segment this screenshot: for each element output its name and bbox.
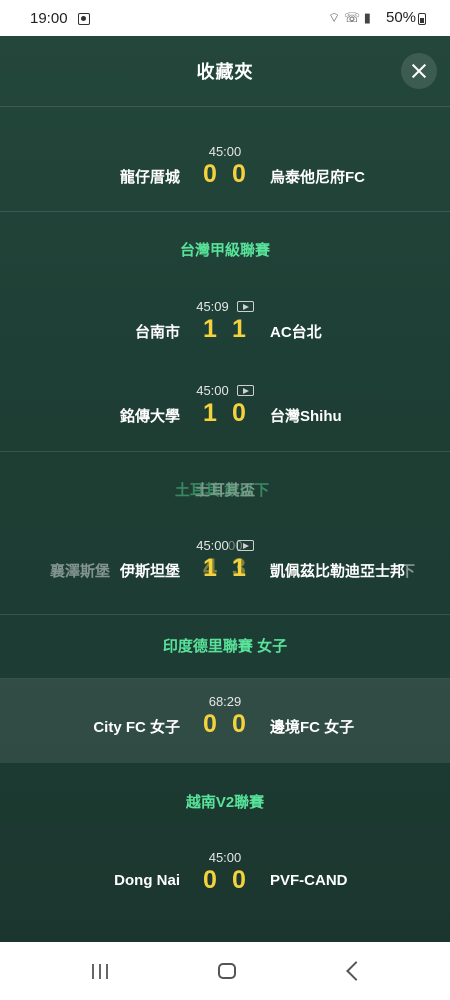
divider — [0, 211, 450, 212]
battery-percent: 50% — [386, 9, 417, 26]
home-score: 0 — [203, 866, 217, 894]
gallery-notification-icon — [78, 13, 90, 25]
match-row[interactable]: 45:00 伊斯坦堡 1 1 凱佩茲比勒迪亞士邦 — [0, 538, 450, 622]
divider — [0, 614, 450, 615]
panel-header: 收藏夾 — [0, 36, 450, 107]
match-time: 45:00 — [208, 144, 242, 159]
page-title: 收藏夾 — [196, 62, 254, 82]
match-row[interactable]: 45:00 龍仔厝城 0 0 烏泰他尼府FC — [0, 144, 450, 228]
away-score: 0 — [232, 399, 246, 427]
home-team: 伊斯坦堡 — [119, 563, 180, 580]
system-nav-bar — [0, 942, 450, 1000]
match-time: 45:09 — [0, 299, 450, 314]
match-time: 45:00 — [0, 383, 450, 398]
match-row[interactable]: 45:09 台南市 1 1 AC台北 — [0, 299, 450, 383]
away-score: 0 — [232, 160, 246, 188]
home-score: 1 — [203, 399, 217, 427]
home-score: 1 — [203, 554, 217, 582]
away-team: 台灣Shihu — [270, 408, 342, 425]
away-team: 邊境FC 女子 — [270, 719, 355, 736]
league-title: 土耳其盃 — [194, 482, 255, 499]
league-title: 台灣甲級聯賽 — [179, 242, 270, 259]
favorites-panel: 收藏夾 45:00 龍仔厝城 0 0 烏泰他尼府FC 台灣甲級聯賽 45:09 … — [0, 36, 450, 942]
away-team: PVF-CAND — [270, 872, 348, 889]
match-row[interactable]: 45:00 銘傳大學 1 0 台灣Shihu — [0, 383, 450, 467]
match-time: 68:29 — [208, 694, 242, 709]
away-score: 0 — [232, 866, 246, 894]
close-button[interactable] — [401, 53, 437, 89]
status-bar: 19:00 ⌔ ☏ ▮ 50% — [0, 0, 450, 36]
home-team: City FC 女子 — [93, 719, 180, 736]
league-title: 印度德里聯賽 女子 — [162, 638, 288, 655]
video-icon[interactable] — [236, 385, 254, 396]
recents-icon[interactable] — [92, 964, 108, 979]
away-score: 1 — [232, 315, 246, 343]
away-team: 烏泰他尼府FC — [270, 169, 365, 186]
status-time: 19:00 — [30, 10, 68, 27]
away-score: 1 — [232, 554, 246, 582]
home-team: 龍仔厝城 — [119, 169, 180, 186]
home-score: 0 — [203, 160, 217, 188]
home-team: 銘傳大學 — [119, 408, 180, 425]
video-icon[interactable] — [236, 301, 254, 312]
home-score: 1 — [203, 315, 217, 343]
match-time: 45:00 — [208, 850, 242, 865]
away-team: AC台北 — [270, 324, 322, 341]
home-icon[interactable] — [218, 963, 236, 979]
away-score: 0 — [232, 710, 246, 738]
home-team: Dong Nai — [114, 872, 180, 889]
league-title: 越南V2聯賽 — [185, 794, 265, 811]
back-icon[interactable] — [346, 961, 366, 981]
match-row[interactable]: 68:29 City FC 女子 0 0 邊境FC 女子 — [0, 694, 450, 778]
match-row[interactable]: 45:00 Dong Nai 0 0 PVF-CAND — [0, 850, 450, 934]
away-team: 凱佩茲比勒迪亞士邦 — [270, 563, 406, 580]
signal-icons: ⌔ ☏ ▮ — [328, 10, 371, 25]
battery-icon — [418, 13, 426, 25]
match-time: 45:00 — [0, 538, 450, 553]
video-icon[interactable] — [236, 540, 254, 551]
divider — [0, 451, 450, 452]
home-team: 台南市 — [134, 324, 180, 341]
home-score: 0 — [203, 710, 217, 738]
